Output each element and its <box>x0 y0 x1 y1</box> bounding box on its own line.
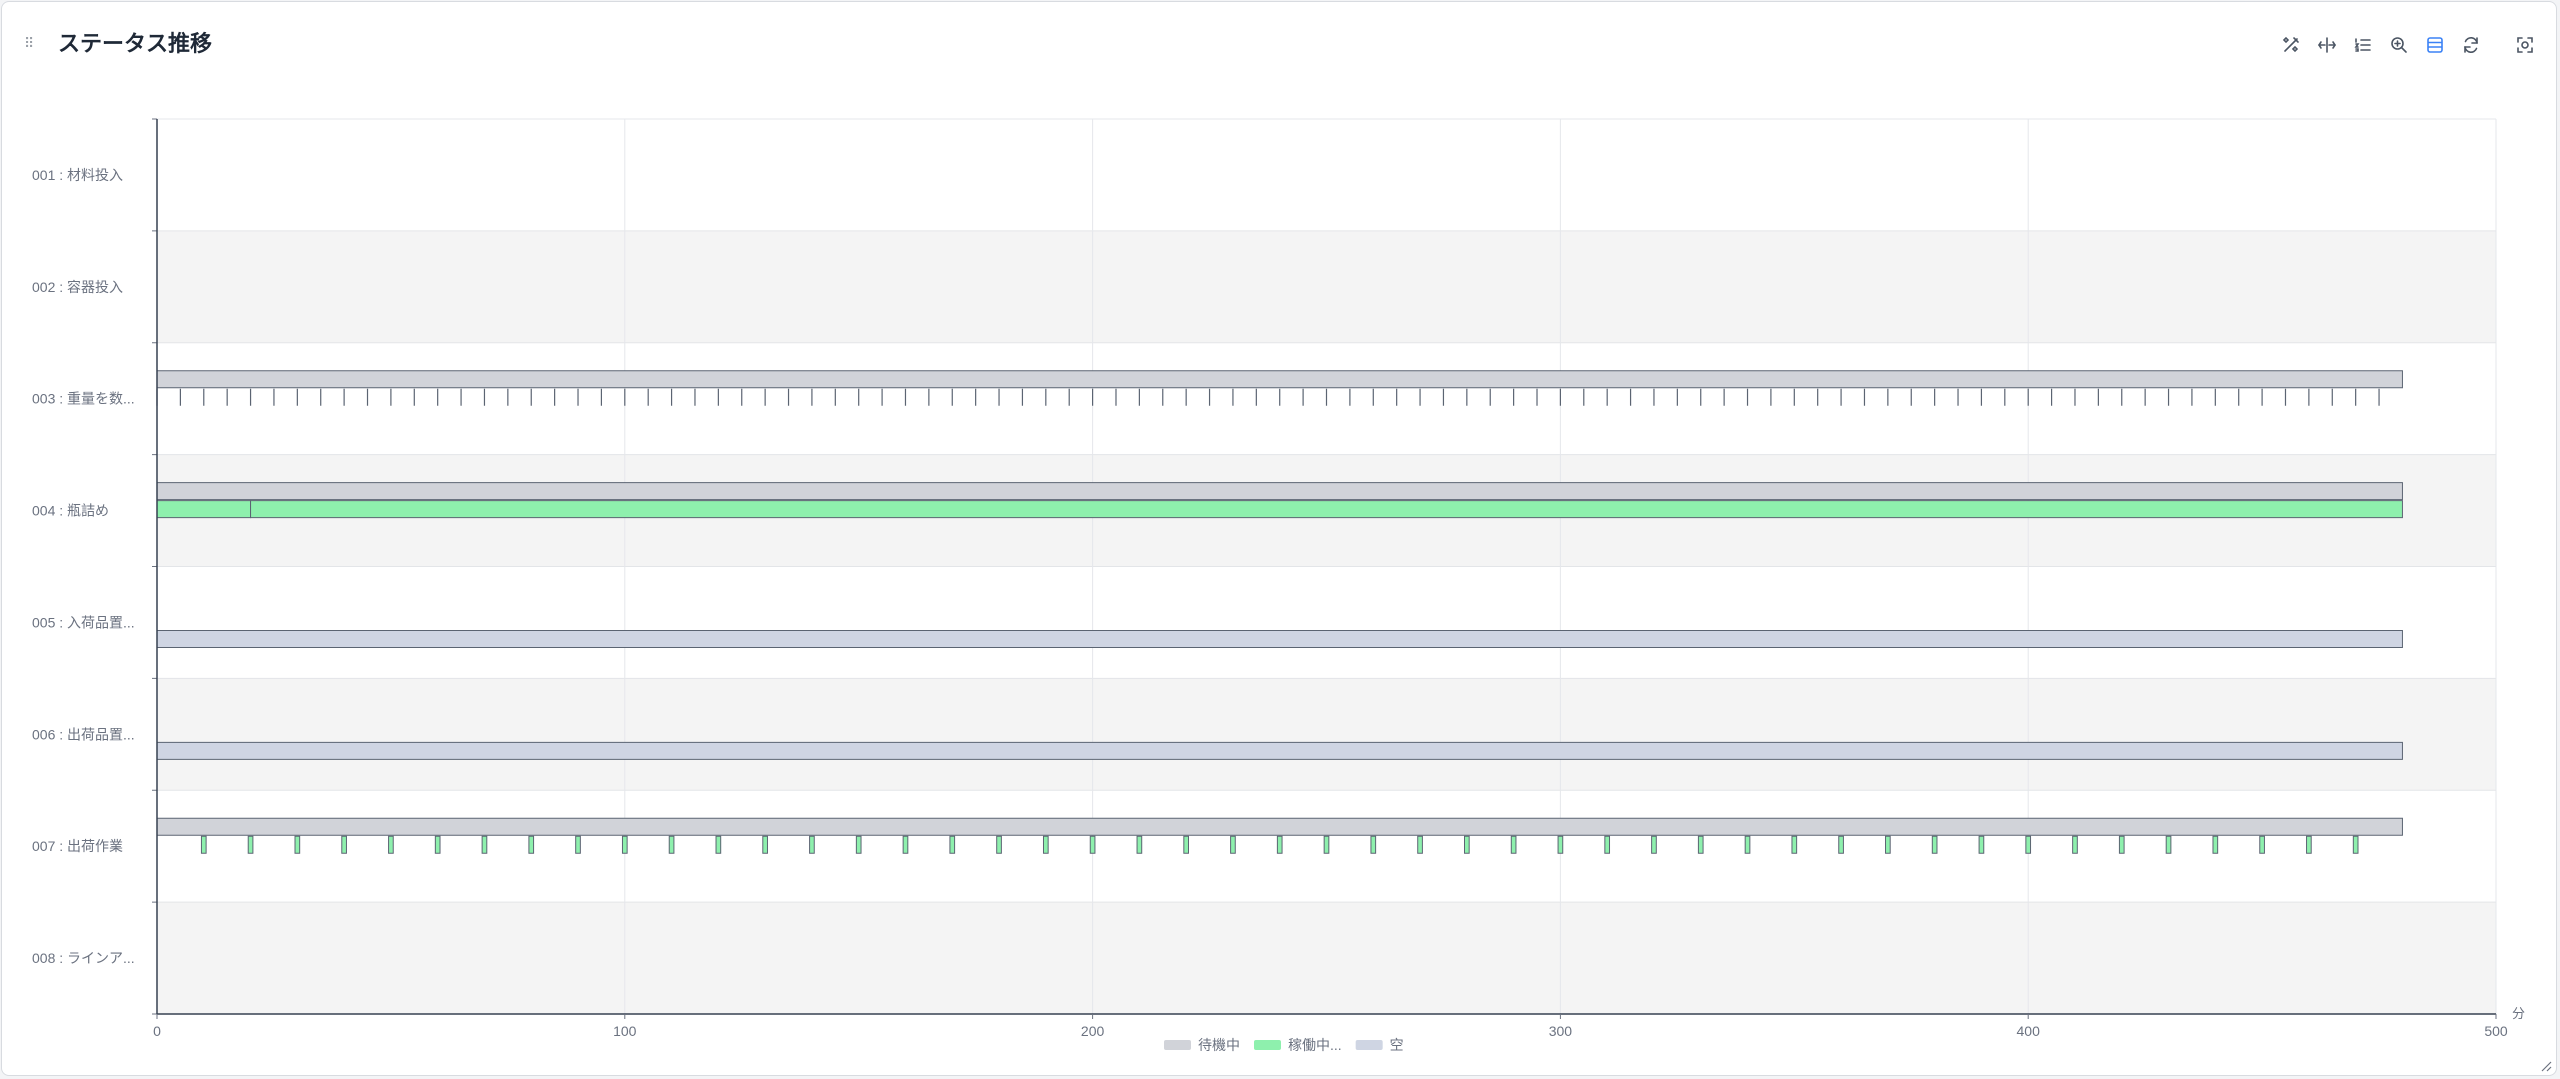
working-pulse-bar <box>1136 835 1143 854</box>
legend-swatch <box>1164 1040 1191 1050</box>
working-pulse-bar <box>1089 835 1096 854</box>
working-pulse-bar <box>1791 835 1798 854</box>
working-pulse-bar <box>762 835 768 854</box>
working-pulse-bar <box>1604 835 1611 854</box>
y-axis-label: 007 : 出荷作業 <box>32 838 123 854</box>
y-axis-label: 006 : 出荷品置... <box>32 726 135 742</box>
resize-grip-icon <box>2541 1061 2552 1072</box>
working-pulse-bar <box>621 835 628 854</box>
legend-swatch <box>1254 1040 1281 1050</box>
gantt-chart: 001 : 材料投入 002 : 容器投入 003 : 重量を数... 004 : 瓶… <box>32 118 2552 1072</box>
working-pulse-bar <box>1885 835 1891 854</box>
x-tick-label: 0 <box>153 1023 161 1039</box>
working-pulse-bar <box>2212 835 2219 854</box>
empty-bar <box>156 630 2403 648</box>
legend-label: 空 <box>1390 1037 1404 1053</box>
working-bar <box>156 500 252 519</box>
empty-bar <box>156 741 2403 760</box>
working-pulse-bar <box>1230 835 1236 854</box>
y-axis-label: 002 : 容器投入 <box>32 279 123 295</box>
working-pulse-bar <box>575 835 581 854</box>
working-pulse-bar <box>434 835 441 854</box>
working-pulse-bar <box>2259 835 2265 854</box>
working-pulse-bar <box>2306 835 2312 854</box>
working-pulse-bar <box>200 835 207 854</box>
working-pulse-bar <box>528 835 535 854</box>
working-pulse-bar <box>1042 835 1049 854</box>
working-pulse-bar <box>809 835 815 854</box>
legend-label: 稼働中... <box>1288 1037 1342 1053</box>
waiting-bar <box>156 817 2403 836</box>
working-pulse-bar <box>855 835 862 854</box>
working-pulse-bar <box>247 835 254 854</box>
working-pulse-bar <box>388 835 394 854</box>
working-pulse-bar <box>481 835 488 854</box>
waiting-bar <box>156 482 2403 501</box>
x-tick-label: 100 <box>613 1023 637 1039</box>
working-pulse-bar <box>715 835 722 854</box>
row-band <box>157 230 2496 343</box>
x-axis-unit-label: 分 <box>2512 1006 2525 1021</box>
working-pulse-bar <box>1744 835 1751 854</box>
y-axis-label: 008 : ラインア... <box>32 950 135 966</box>
working-pulse-bar <box>1557 835 1564 854</box>
legend-label: 待機中 <box>1198 1037 1240 1053</box>
working-pulse-bar <box>1838 835 1844 854</box>
y-axis-label: 005 : 入荷品置... <box>32 614 135 630</box>
legend-swatch <box>1355 1040 1383 1050</box>
working-pulse-bar <box>1510 835 1517 854</box>
row-band <box>157 678 2496 791</box>
working-bar <box>250 500 2403 519</box>
working-pulse-bar <box>2165 835 2172 854</box>
x-tick-label: 500 <box>2484 1023 2508 1039</box>
working-pulse-bar <box>294 835 301 854</box>
x-tick-label: 400 <box>2017 1023 2041 1039</box>
working-pulse-bar <box>1323 835 1330 854</box>
working-pulse-bar <box>1651 835 1657 854</box>
x-tick-label: 300 <box>1549 1023 1573 1039</box>
row-band <box>157 902 2496 1014</box>
waiting-bar <box>156 370 2403 389</box>
x-tick-label: 200 <box>1081 1023 1105 1039</box>
working-pulse-bar <box>341 835 347 854</box>
working-pulse-bar <box>1183 835 1189 854</box>
y-axis-label: 004 : 瓶詰め <box>32 503 109 519</box>
working-pulse-bar <box>1370 835 1377 854</box>
working-pulse-bar <box>2025 835 2032 854</box>
working-pulse-bar <box>1697 835 1704 854</box>
working-pulse-bar <box>1276 835 1283 854</box>
row-band <box>157 566 2496 679</box>
y-axis-label: 003 : 重量を数... <box>32 391 135 407</box>
working-pulse-bar <box>1931 835 1938 854</box>
working-pulse-bar <box>2352 835 2359 854</box>
working-pulse-bar <box>996 835 1002 854</box>
working-pulse-bar <box>668 835 675 854</box>
working-pulse-bar <box>1464 835 1470 854</box>
working-pulse-bar <box>949 835 956 854</box>
y-axis-label: 001 : 材料投入 <box>32 167 123 183</box>
working-pulse-bar <box>1978 835 1985 854</box>
row-band <box>157 119 2496 231</box>
working-pulse-bar <box>2072 835 2078 854</box>
status-transition-panel: ⠿ ステータス推移 001: 材料投入 002: 容器投入 003: 重量… <box>1 1 2557 1076</box>
working-pulse-bar <box>902 835 909 854</box>
working-pulse-bar <box>2118 835 2125 854</box>
working-pulse-bar <box>1417 835 1423 854</box>
